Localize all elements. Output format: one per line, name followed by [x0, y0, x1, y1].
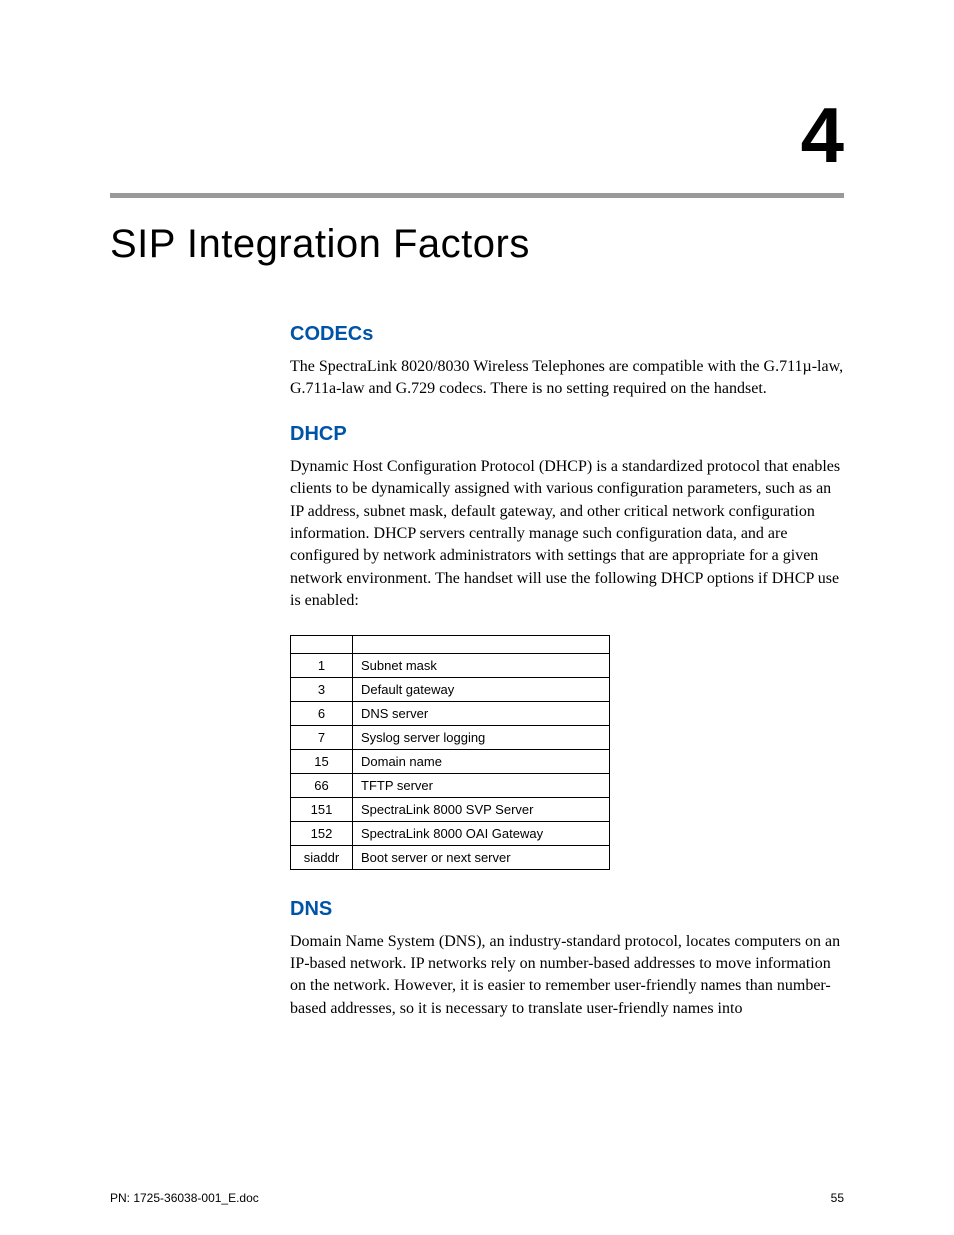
heading-codecs: CODECs: [290, 323, 844, 346]
heading-dhcp: DHCP: [290, 423, 844, 446]
table-cell-option: 1: [291, 653, 353, 677]
table-row: 3Default gateway: [291, 677, 610, 701]
table-cell-desc: Subnet mask: [353, 653, 610, 677]
page-footer: PN: 1725-36038-001_E.doc 55: [110, 1191, 844, 1205]
table-header-option: [291, 635, 353, 653]
table-cell-desc: Boot server or next server: [353, 845, 610, 869]
table-cell-option: 151: [291, 797, 353, 821]
text-dhcp: Dynamic Host Configuration Protocol (DHC…: [290, 456, 844, 613]
chapter-title: SIP Integration Factors: [110, 222, 844, 267]
table-cell-option: 15: [291, 749, 353, 773]
table-cell-desc: Default gateway: [353, 677, 610, 701]
table-cell-desc: DNS server: [353, 701, 610, 725]
table-row: 6DNS server: [291, 701, 610, 725]
table-cell-option: 7: [291, 725, 353, 749]
table-cell-desc: SpectraLink 8000 OAI Gateway: [353, 821, 610, 845]
text-codecs: The SpectraLink 8020/8030 Wireless Telep…: [290, 356, 844, 401]
table-header-desc: [353, 635, 610, 653]
dhcp-options-table: 1Subnet mask3Default gateway6DNS server7…: [290, 635, 610, 870]
table-cell-option: 6: [291, 701, 353, 725]
table-cell-desc: SpectraLink 8000 SVP Server: [353, 797, 610, 821]
table-row: 152SpectraLink 8000 OAI Gateway: [291, 821, 610, 845]
footer-doc-id: PN: 1725-36038-001_E.doc: [110, 1191, 259, 1205]
table-row: 66TFTP server: [291, 773, 610, 797]
table-header-row: [291, 635, 610, 653]
table-cell-option: 3: [291, 677, 353, 701]
footer-page-number: 55: [831, 1191, 844, 1205]
table-row: 151SpectraLink 8000 SVP Server: [291, 797, 610, 821]
table-cell-option: 152: [291, 821, 353, 845]
table-row: 15Domain name: [291, 749, 610, 773]
table-cell-option: 66: [291, 773, 353, 797]
text-dns: Domain Name System (DNS), an industry-st…: [290, 931, 844, 1021]
table-cell-option: siaddr: [291, 845, 353, 869]
chapter-number: 4: [110, 90, 844, 181]
table-cell-desc: TFTP server: [353, 773, 610, 797]
chapter-divider: [110, 193, 844, 198]
heading-dns: DNS: [290, 898, 844, 921]
table-cell-desc: Syslog server logging: [353, 725, 610, 749]
table-row: 1Subnet mask: [291, 653, 610, 677]
table-cell-desc: Domain name: [353, 749, 610, 773]
table-row: siaddrBoot server or next server: [291, 845, 610, 869]
table-row: 7Syslog server logging: [291, 725, 610, 749]
